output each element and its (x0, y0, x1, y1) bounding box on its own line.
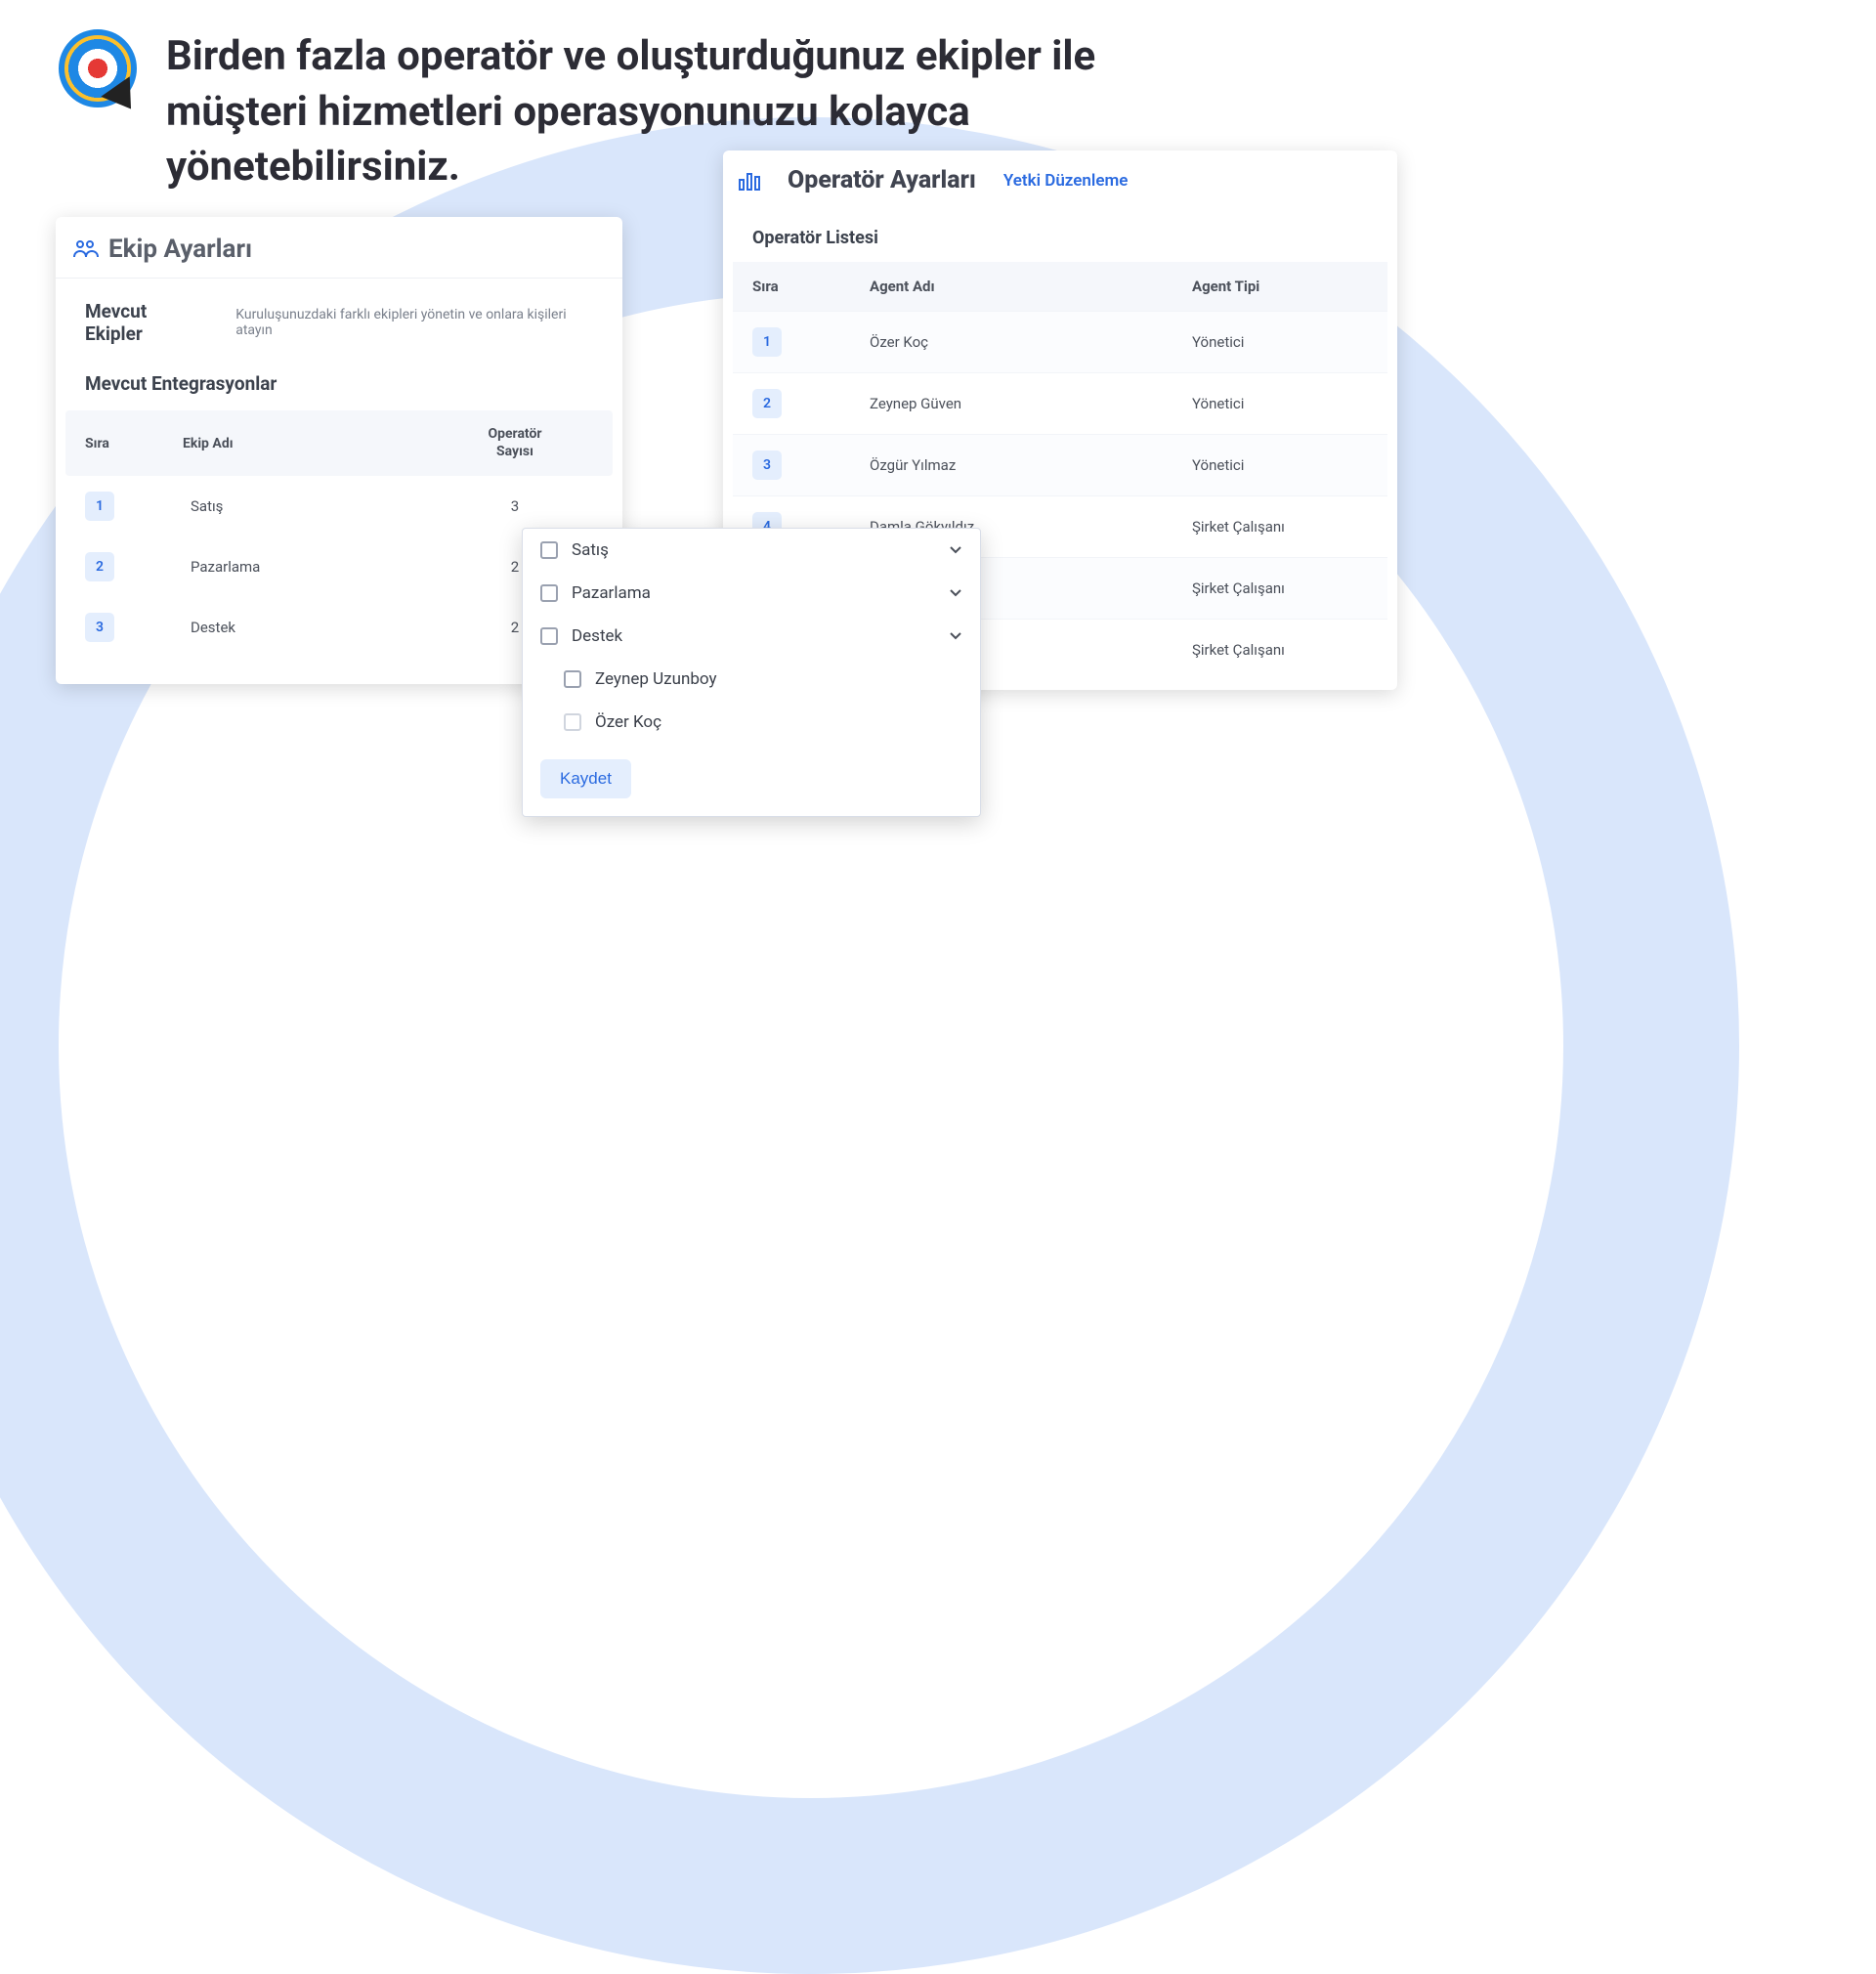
row-badge: 3 (85, 613, 114, 642)
row-agent-name: Özgür Yılmaz (870, 456, 1192, 474)
row-team-name: Destek (183, 619, 437, 636)
row-agent-type: Yönetici (1192, 456, 1368, 474)
current-teams-title: Mevcut Ekipler (85, 300, 204, 345)
dropdown-member[interactable]: Özer Koç (523, 701, 980, 744)
row-badge: 2 (752, 389, 782, 418)
checkbox[interactable] (564, 670, 581, 688)
col-order: Sıra (85, 436, 183, 451)
group-label: Satış (572, 540, 935, 560)
permissions-link[interactable]: Yetki Düzenleme (1003, 171, 1129, 191)
team-panel-header: Ekip Ayarları (56, 217, 622, 279)
team-icon (73, 239, 99, 259)
row-team-name: Satış (183, 497, 437, 515)
table-row[interactable]: 3 Özgür Yılmaz Yönetici (733, 434, 1387, 495)
row-agent-type: Yönetici (1192, 333, 1368, 351)
row-badge: 2 (85, 552, 114, 581)
row-agent-type: Şirket Çalışanı (1192, 641, 1368, 659)
checkbox[interactable] (564, 713, 581, 731)
target-icon (59, 29, 137, 107)
operator-table-header: Sıra Agent Adı Agent Tipi (733, 262, 1387, 311)
row-agent-name: Zeynep Güven (870, 395, 1192, 412)
table-row[interactable]: 1 Özer Koç Yönetici (733, 311, 1387, 372)
table-row[interactable]: 2 Zeynep Güven Yönetici (733, 372, 1387, 434)
member-label: Özer Koç (595, 712, 962, 732)
team-assign-dropdown: Satış Pazarlama Destek Zeynep Uzunboy Öz… (522, 528, 981, 817)
teams-table-header: Sıra Ekip Adı Operatör Sayısı (65, 410, 613, 476)
dropdown-group[interactable]: Pazarlama (523, 572, 980, 615)
dropdown-member[interactable]: Zeynep Uzunboy (523, 658, 980, 701)
operator-panel-title: Operatör Ayarları (788, 166, 976, 194)
group-label: Destek (572, 626, 935, 646)
operator-panel-header: Operatör Ayarları Yetki Düzenleme (723, 150, 1397, 208)
chevron-down-icon[interactable] (949, 586, 962, 600)
col-order: Sıra (752, 278, 870, 295)
chevron-down-icon[interactable] (949, 629, 962, 643)
team-panel-title: Ekip Ayarları (108, 235, 252, 264)
save-button[interactable]: Kaydet (540, 759, 631, 798)
row-badge: 1 (752, 327, 782, 357)
integrations-title: Mevcut Entegrasyonlar (56, 363, 622, 410)
row-badge: 1 (85, 492, 114, 521)
col-op-count-l2: Sayısı (496, 444, 533, 459)
chevron-down-icon[interactable] (949, 543, 962, 557)
col-agent-name: Agent Adı (870, 278, 1192, 295)
team-subheader: Mevcut Ekipler Kuruluşunuzdaki farklı ek… (56, 279, 622, 363)
checkbox[interactable] (540, 584, 558, 602)
col-op-count: Operatör Sayısı (437, 426, 593, 460)
row-op-count: 3 (437, 497, 593, 515)
checkbox[interactable] (540, 541, 558, 559)
checkbox[interactable] (540, 627, 558, 645)
row-agent-type: Şirket Çalışanı (1192, 518, 1368, 536)
current-teams-desc: Kuruluşunuzdaki farklı ekipleri yönetin … (235, 307, 593, 338)
group-label: Pazarlama (572, 583, 935, 603)
row-badge: 3 (752, 451, 782, 480)
bar-chart-icon (739, 170, 760, 192)
col-agent-type: Agent Tipi (1192, 278, 1368, 295)
row-agent-type: Yönetici (1192, 395, 1368, 412)
col-team-name: Ekip Adı (183, 436, 437, 451)
member-label: Zeynep Uzunboy (595, 669, 962, 689)
col-op-count-l1: Operatör (488, 426, 541, 442)
dropdown-group[interactable]: Destek (523, 615, 980, 658)
row-team-name: Pazarlama (183, 558, 437, 576)
row-agent-type: Şirket Çalışanı (1192, 579, 1368, 597)
row-agent-name: Özer Koç (870, 333, 1192, 351)
operator-list-title: Operatör Listesi (733, 208, 1387, 262)
dropdown-group[interactable]: Satış (523, 529, 980, 572)
